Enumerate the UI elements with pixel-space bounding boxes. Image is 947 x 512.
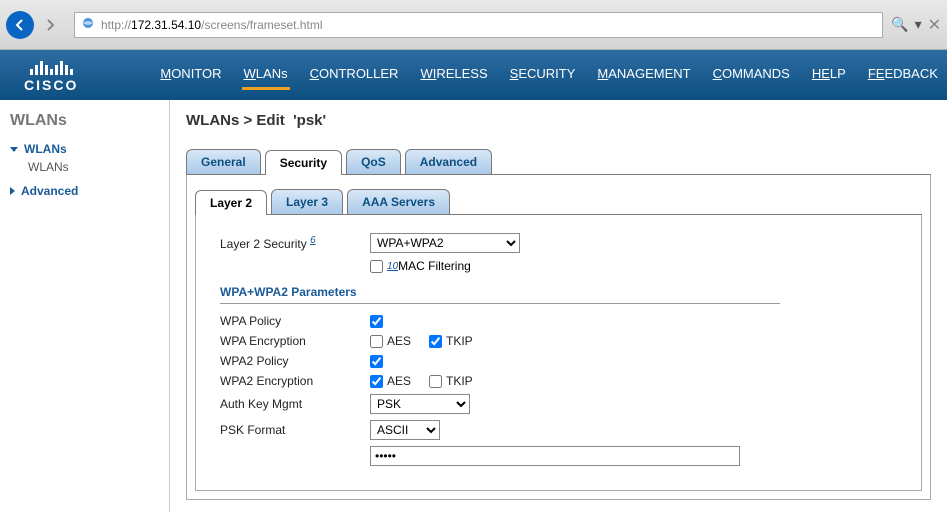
footnote-6[interactable]: 6 bbox=[310, 235, 316, 246]
label-wpa-policy: WPA Policy bbox=[220, 314, 370, 328]
app-header: CISCO MONITOR WLANs CONTROLLER WIRELESS … bbox=[0, 50, 947, 100]
url-scheme: http:// bbox=[101, 18, 131, 32]
browser-search-controls: 🔍 ▾ ✕ bbox=[891, 15, 941, 35]
content-pane: WLANs > Edit 'psk' General Security QoS … bbox=[170, 100, 947, 512]
browser-url-field[interactable]: http://172.31.54.10/screens/frameset.htm… bbox=[74, 12, 883, 38]
cisco-logo: CISCO bbox=[24, 57, 78, 93]
browser-back-button[interactable] bbox=[6, 11, 34, 39]
tab-qos[interactable]: QoS bbox=[346, 149, 401, 174]
nav-wireless[interactable]: WIRELESS bbox=[418, 60, 489, 90]
footnote-10[interactable]: 10 bbox=[387, 261, 398, 272]
label-wpa-encryption: WPA Encryption bbox=[220, 334, 370, 348]
nav-wlans[interactable]: WLANs bbox=[242, 60, 290, 90]
ie-page-icon bbox=[81, 16, 95, 33]
sidebar-subitem-wlans[interactable]: WLANs bbox=[28, 160, 159, 174]
checkbox-wpa2-policy[interactable] bbox=[370, 355, 383, 368]
sidebar-item-label: WLANs bbox=[24, 142, 67, 156]
checkbox-wpa2-tkip[interactable] bbox=[429, 375, 442, 388]
nav-commands[interactable]: COMMANDS bbox=[711, 60, 792, 90]
dropdown-caret-icon[interactable]: ▾ bbox=[915, 16, 922, 33]
close-icon[interactable]: ✕ bbox=[928, 15, 941, 35]
form-area: Layer 2 Security 6 WPA+WPA2 10MAC Filter… bbox=[195, 215, 922, 491]
checkbox-mac-filtering[interactable] bbox=[370, 260, 383, 273]
subtab-layer2[interactable]: Layer 2 bbox=[195, 190, 267, 215]
tab-general[interactable]: General bbox=[186, 149, 261, 174]
sidebar-item-label: Advanced bbox=[21, 184, 78, 198]
checkbox-wpa-tkip[interactable] bbox=[429, 335, 442, 348]
label-psk-format: PSK Format bbox=[220, 423, 370, 437]
sidebar-item-wlans[interactable]: WLANs bbox=[10, 142, 159, 156]
search-icon[interactable]: 🔍 bbox=[891, 16, 908, 33]
top-nav: MONITOR WLANs CONTROLLER WIRELESS SECURI… bbox=[158, 60, 940, 90]
chevron-down-icon bbox=[10, 147, 18, 152]
nav-security[interactable]: SECURITY bbox=[508, 60, 578, 90]
select-layer2-security[interactable]: WPA+WPA2 bbox=[370, 233, 520, 253]
chevron-right-icon bbox=[10, 187, 15, 195]
brand-text: CISCO bbox=[24, 77, 78, 93]
label-mac-filtering: MAC Filtering bbox=[398, 259, 471, 273]
label-layer2-security: Layer 2 Security 6 bbox=[220, 235, 370, 251]
select-auth-key-mgmt[interactable]: PSK bbox=[370, 394, 470, 414]
select-psk-format[interactable]: ASCII bbox=[370, 420, 440, 440]
label-auth-key-mgmt: Auth Key Mgmt bbox=[220, 397, 370, 411]
nav-controller[interactable]: CONTROLLER bbox=[308, 60, 401, 90]
section-wpa-params: WPA+WPA2 Parameters bbox=[220, 285, 780, 304]
url-path: /screens/frameset.html bbox=[201, 18, 322, 32]
subtab-aaa-servers[interactable]: AAA Servers bbox=[347, 189, 450, 214]
input-psk-passphrase[interactable] bbox=[370, 446, 740, 466]
nav-monitor[interactable]: MONITOR bbox=[158, 60, 223, 90]
checkbox-wpa2-aes[interactable] bbox=[370, 375, 383, 388]
sidebar-subitem-label: WLANs bbox=[28, 160, 69, 174]
sidebar: WLANs WLANs WLANs Advanced bbox=[0, 100, 170, 512]
nav-management[interactable]: MANAGEMENT bbox=[595, 60, 692, 90]
nav-feedback[interactable]: FEEDBACK bbox=[866, 60, 940, 90]
subtab-layer3[interactable]: Layer 3 bbox=[271, 189, 343, 214]
main-tab-row: General Security QoS Advanced bbox=[186, 149, 931, 175]
sub-tab-row: Layer 2 Layer 3 AAA Servers bbox=[195, 189, 922, 215]
tab-security[interactable]: Security bbox=[265, 150, 342, 175]
tab-advanced[interactable]: Advanced bbox=[405, 149, 492, 174]
checkbox-wpa-policy[interactable] bbox=[370, 315, 383, 328]
browser-address-bar: http://172.31.54.10/screens/frameset.htm… bbox=[0, 0, 947, 50]
label-wpa2-encryption: WPA2 Encryption bbox=[220, 374, 370, 388]
sidebar-heading: WLANs bbox=[10, 112, 159, 130]
label-wpa2-policy: WPA2 Policy bbox=[220, 354, 370, 368]
nav-help[interactable]: HELP bbox=[810, 60, 848, 90]
url-host: 172.31.54.10 bbox=[131, 18, 201, 32]
page-title: WLANs > Edit 'psk' bbox=[186, 112, 931, 129]
checkbox-wpa-aes[interactable] bbox=[370, 335, 383, 348]
browser-forward-button[interactable] bbox=[36, 11, 64, 39]
sidebar-item-advanced[interactable]: Advanced bbox=[10, 184, 159, 198]
